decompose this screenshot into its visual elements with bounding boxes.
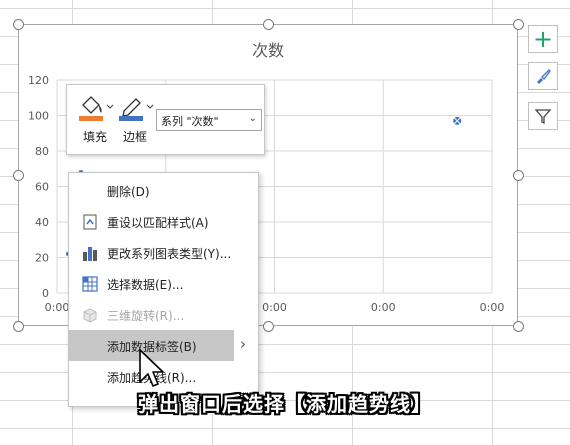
series-select-value: 系列 "次数": [161, 115, 219, 128]
menu-item-reset-style[interactable]: 重设以匹配样式(A): [69, 206, 260, 237]
chart-type-icon: [83, 247, 97, 261]
series-select[interactable]: 系列 "次数" ⌄: [156, 109, 262, 131]
paint-bucket-icon: [79, 96, 114, 121]
y-tick-label: 100: [28, 110, 49, 123]
mouse-cursor-icon: [139, 349, 164, 387]
pencil-icon: [119, 98, 154, 121]
y-tick-label: 40: [35, 216, 49, 229]
chart-styles-button[interactable]: [528, 62, 558, 90]
border-label: 边框: [122, 130, 147, 144]
menu-item-label: 重设以匹配样式(A): [107, 216, 209, 230]
menu-item-select-data[interactable]: 选择数据(E)...: [69, 268, 260, 299]
y-tick-label: 20: [35, 252, 49, 265]
3d-rotation-icon: [83, 308, 97, 323]
y-tick-label: 120: [28, 74, 49, 87]
resize-handle-top-left[interactable]: [13, 19, 24, 30]
menu-item-label: 三维旋转(R)...: [107, 309, 185, 323]
chevron-right-icon: ›: [240, 335, 246, 353]
y-tick-label: 0: [42, 287, 49, 300]
x-tick-label: 0:00: [371, 301, 396, 314]
fill-label: 填充: [82, 130, 107, 144]
mini-format-toolbar: 填充 边框 系列 "次数" ⌄: [66, 84, 265, 155]
border-button[interactable]: 边框: [115, 91, 155, 149]
x-tick-label: 0:00: [45, 301, 70, 314]
plus-icon: +: [532, 25, 554, 53]
data-point[interactable]: [451, 115, 463, 127]
chart-elements-button[interactable]: +: [528, 25, 558, 53]
subtitle-caption: 弹出窗口后选择【添加趋势线】: [138, 392, 432, 416]
resize-handle-top-right[interactable]: [513, 19, 524, 30]
menu-item-change-chart-type[interactable]: 更改系列图表类型(Y)...: [69, 237, 260, 268]
fill-button[interactable]: 填充: [75, 91, 115, 149]
resize-handle-top[interactable]: [263, 19, 274, 30]
filter-icon: [534, 109, 552, 125]
resize-handle-bottom-left[interactable]: [13, 321, 24, 332]
chart-filters-button[interactable]: [528, 102, 558, 130]
menu-item-delete[interactable]: 删除(D): [69, 175, 260, 206]
select-data-icon: [82, 276, 98, 292]
chevron-down-icon: ⌄: [248, 113, 257, 124]
resize-handle-right[interactable]: [513, 170, 524, 181]
resize-handle-left[interactable]: [13, 170, 24, 181]
y-tick-label: 60: [35, 181, 49, 194]
reset-style-icon: [83, 214, 97, 230]
x-tick-label: 0:00: [262, 301, 287, 314]
menu-item-3d-rotation[interactable]: 三维旋转(R)...: [69, 299, 260, 330]
y-tick-label: 80: [35, 145, 49, 158]
resize-handle-bottom[interactable]: [263, 321, 274, 332]
menu-item-label: 删除(D): [107, 185, 150, 199]
x-tick-label: 0:00: [480, 301, 505, 314]
resize-handle-bottom-right[interactable]: [513, 321, 524, 332]
menu-item-label: 选择数据(E)...: [107, 278, 184, 292]
brush-icon: [537, 69, 551, 84]
menu-item-label: 更改系列图表类型(Y)...: [107, 247, 232, 261]
